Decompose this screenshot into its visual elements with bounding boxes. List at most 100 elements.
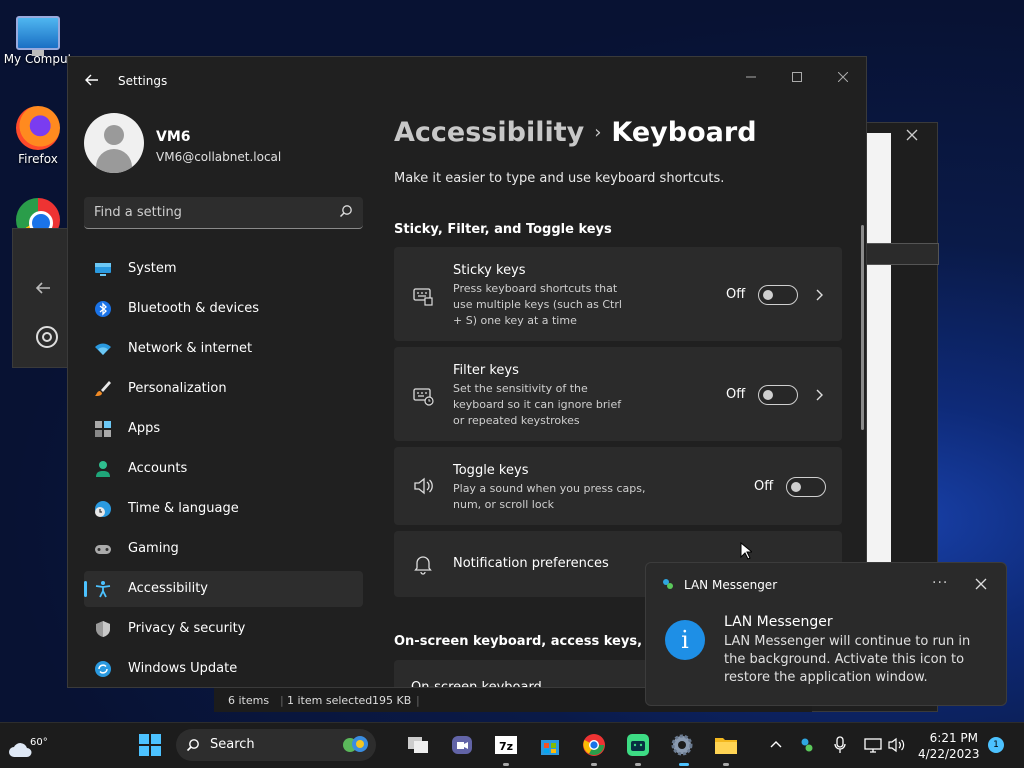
- minimize-button[interactable]: [728, 63, 774, 93]
- background-browser-window[interactable]: [12, 228, 72, 368]
- bluetooth-icon: [95, 301, 111, 317]
- sidebar-item-label: Apps: [128, 421, 161, 436]
- accessibility-icon: [95, 581, 111, 598]
- user-name: VM6: [156, 129, 191, 145]
- shield-icon: [96, 621, 110, 637]
- user-profile[interactable]: VM6 VM6@collabnet.local: [84, 113, 364, 175]
- explorer-search-field[interactable]: [861, 243, 939, 265]
- back-arrow-icon: [85, 74, 98, 86]
- toast-app-name: LAN Messenger: [684, 578, 778, 592]
- sidebar-item-label: Gaming: [128, 541, 179, 556]
- card-description: Set the sensitivity of the keyboard so i…: [453, 382, 622, 427]
- info-icon: i: [665, 620, 705, 660]
- toggle-keys-toggle[interactable]: [786, 477, 826, 497]
- sidebar-item-accessibility[interactable]: Accessibility: [84, 571, 363, 607]
- sidebar-item-label: Personalization: [128, 381, 227, 396]
- close-icon[interactable]: [974, 577, 988, 591]
- close-button[interactable]: [820, 63, 866, 93]
- apps-icon: [95, 421, 111, 437]
- system-clock[interactable]: 6:21 PM 4/22/2023: [918, 730, 980, 762]
- section-heading: Sticky, Filter, and Toggle keys: [394, 222, 612, 237]
- chrome-icon: [36, 326, 58, 348]
- sidebar-item-label: Network & internet: [128, 341, 253, 356]
- chevron-up-icon[interactable]: [770, 739, 782, 751]
- filter-keys-toggle[interactable]: [758, 385, 798, 405]
- toast-body: LAN Messenger will continue to run in th…: [724, 634, 971, 685]
- firefox-icon: [16, 106, 60, 150]
- settings-icon[interactable]: [670, 733, 694, 757]
- update-icon: [95, 661, 111, 677]
- toast-more-button[interactable]: ···: [932, 575, 948, 591]
- taskbar-search[interactable]: Search: [176, 729, 376, 761]
- active-indicator: [679, 763, 689, 766]
- sidebar-item-bluetooth[interactable]: Bluetooth & devices: [84, 291, 363, 327]
- meet-icon[interactable]: [450, 733, 474, 757]
- lan-messenger-icon: [663, 579, 673, 589]
- weather-temp: 60°: [30, 737, 48, 748]
- wifi-icon: [95, 343, 111, 355]
- title-bar: Settings: [68, 57, 866, 105]
- start-icon[interactable]: [138, 733, 162, 757]
- explorer-pane: [867, 133, 891, 573]
- card-title: Sticky keys: [453, 263, 526, 278]
- search-icon: [339, 205, 352, 218]
- sidebar-item-apps[interactable]: Apps: [84, 411, 363, 447]
- maximize-button[interactable]: [774, 63, 820, 93]
- scrollbar[interactable]: [861, 225, 864, 430]
- monitor-icon: [95, 263, 111, 276]
- chrome-icon[interactable]: [582, 733, 606, 757]
- chevron-right-icon: [816, 289, 823, 301]
- volume-icon[interactable]: [888, 737, 906, 753]
- selection-count: 1 item selected: [287, 694, 373, 707]
- running-indicator: [723, 763, 729, 766]
- bell-icon: [414, 556, 432, 575]
- user-email: VM6@collabnet.local: [156, 150, 282, 164]
- toggle-state-label: Off: [726, 387, 746, 402]
- toggle-keys-card[interactable]: Toggle keys Play a sound when you press …: [394, 447, 842, 525]
- item-count: 6 items: [228, 694, 270, 707]
- sticky-keys-icon: [413, 288, 433, 306]
- card-title: On-screen keyboard: [411, 680, 542, 688]
- desktop-icon-label: Firefox: [18, 152, 58, 166]
- breadcrumb-parent[interactable]: Accessibility: [394, 117, 584, 148]
- settings-search[interactable]: [84, 197, 363, 229]
- lan-messenger-tray-icon[interactable]: [800, 737, 814, 753]
- sidebar-item-personalization[interactable]: Personalization: [84, 371, 363, 407]
- android-icon[interactable]: [626, 733, 650, 757]
- clock-date: 4/22/2023: [918, 747, 980, 761]
- widgets-icon: [343, 736, 368, 752]
- file-explorer-icon[interactable]: [714, 733, 738, 757]
- taskbar-search-label: Search: [210, 737, 255, 752]
- search-input[interactable]: [84, 197, 363, 228]
- sidebar-nav: System Bluetooth & devices Network & int…: [84, 251, 363, 687]
- weather-widget[interactable]: 60°: [8, 731, 52, 761]
- sticky-keys-card[interactable]: Sticky keys Press keyboard shortcuts tha…: [394, 247, 842, 341]
- 7zip-icon[interactable]: 7z: [494, 733, 518, 757]
- desktop-icon-firefox[interactable]: Firefox: [0, 106, 76, 166]
- sidebar-item-windows-update[interactable]: Windows Update: [84, 651, 363, 687]
- sticky-keys-toggle[interactable]: [758, 285, 798, 305]
- back-button[interactable]: [82, 71, 102, 91]
- sidebar-item-time-language[interactable]: Time & language: [84, 491, 363, 527]
- desktop-icon-my-computer[interactable]: My Comput: [0, 10, 76, 66]
- running-indicator: [503, 763, 509, 766]
- sidebar-item-accounts[interactable]: Accounts: [84, 451, 363, 487]
- task-view-icon[interactable]: [406, 733, 430, 757]
- notification-count-badge[interactable]: 1: [988, 737, 1004, 753]
- close-icon[interactable]: [906, 129, 918, 141]
- avatar: [84, 113, 144, 173]
- store-icon[interactable]: [538, 733, 562, 757]
- network-icon[interactable]: [864, 737, 882, 753]
- filter-keys-card[interactable]: Filter keys Set the sensitivity of the k…: [394, 347, 842, 441]
- sidebar-item-gaming[interactable]: Gaming: [84, 531, 363, 567]
- microphone-icon[interactable]: [834, 736, 846, 754]
- maximize-icon: [792, 72, 802, 82]
- toggle-state-label: Off: [754, 479, 774, 494]
- sidebar-item-privacy[interactable]: Privacy & security: [84, 611, 363, 647]
- sidebar-item-system[interactable]: System: [84, 251, 363, 287]
- sidebar-item-network[interactable]: Network & internet: [84, 331, 363, 367]
- notification-toast[interactable]: LAN Messenger ··· i LAN Messenger LAN Me…: [645, 562, 1007, 706]
- clock-time: 6:21 PM: [929, 731, 978, 745]
- controller-icon: [95, 545, 111, 554]
- sidebar-item-label: Accessibility: [128, 581, 208, 596]
